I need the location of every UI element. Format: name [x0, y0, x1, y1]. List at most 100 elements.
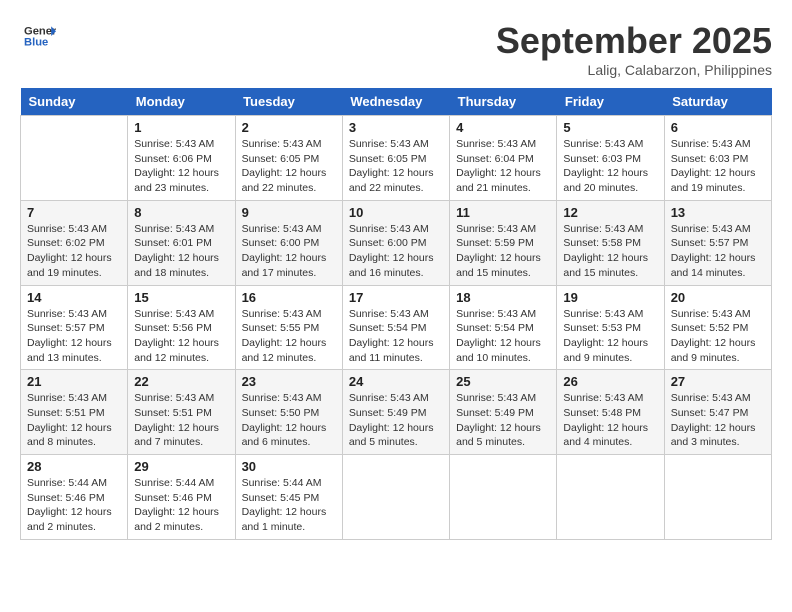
day-info: Sunrise: 5:43 AM Sunset: 6:03 PM Dayligh…: [671, 137, 765, 196]
day-of-week-header: Saturday: [664, 88, 771, 116]
calendar-cell: 14 Sunrise: 5:43 AM Sunset: 5:57 PM Dayli…: [21, 285, 128, 370]
day-number: 30: [242, 459, 336, 474]
calendar-cell: 25Sunrise: 5:43 AM Sunset: 5:49 PM Dayli…: [450, 370, 557, 455]
day-info: Sunrise: 5:43 AM Sunset: 5:55 PM Dayligh…: [242, 307, 336, 366]
calendar-cell: 6 Sunrise: 5:43 AM Sunset: 6:03 PM Daylig…: [664, 116, 771, 201]
calendar-week-row: 28 Sunrise: 5:44 AM Sunset: 5:46 PM Dayli…: [21, 455, 772, 540]
calendar-cell: [342, 455, 449, 540]
calendar-cell: 12Sunrise: 5:43 AM Sunset: 5:58 PM Dayli…: [557, 200, 664, 285]
calendar-cell: [557, 455, 664, 540]
day-info: Sunrise: 5:43 AM Sunset: 5:52 PM Dayligh…: [671, 307, 765, 366]
day-info: Sunrise: 5:43 AM Sunset: 5:51 PM Dayligh…: [27, 391, 121, 450]
calendar-cell: [21, 116, 128, 201]
day-number: 23: [242, 374, 336, 389]
calendar-cell: 29Sunrise: 5:44 AM Sunset: 5:46 PM Dayli…: [128, 455, 235, 540]
day-of-week-header: Sunday: [21, 88, 128, 116]
calendar-week-row: 1Sunrise: 5:43 AM Sunset: 6:06 PM Daylig…: [21, 116, 772, 201]
day-number: 16: [242, 290, 336, 305]
day-number: 17: [349, 290, 443, 305]
day-of-week-header: Monday: [128, 88, 235, 116]
day-info: Sunrise: 5:44 AM Sunset: 5:46 PM Dayligh…: [27, 476, 121, 535]
calendar-cell: 5 Sunrise: 5:43 AM Sunset: 6:03 PM Daylig…: [557, 116, 664, 201]
day-number: 27: [671, 374, 765, 389]
day-number: 11: [456, 205, 550, 220]
day-info: Sunrise: 5:43 AM Sunset: 5:49 PM Dayligh…: [456, 391, 550, 450]
calendar-cell: 9 Sunrise: 5:43 AM Sunset: 6:00 PM Daylig…: [235, 200, 342, 285]
day-info: Sunrise: 5:43 AM Sunset: 5:57 PM Dayligh…: [27, 307, 121, 366]
calendar-cell: 30 Sunrise: 5:44 AM Sunset: 5:45 PM Dayli…: [235, 455, 342, 540]
day-number: 7: [27, 205, 121, 220]
day-info: Sunrise: 5:43 AM Sunset: 5:50 PM Dayligh…: [242, 391, 336, 450]
day-info: Sunrise: 5:43 AM Sunset: 6:05 PM Dayligh…: [242, 137, 336, 196]
calendar-cell: 3 Sunrise: 5:43 AM Sunset: 6:05 PM Daylig…: [342, 116, 449, 201]
day-info: Sunrise: 5:43 AM Sunset: 5:53 PM Dayligh…: [563, 307, 657, 366]
calendar-cell: 7 Sunrise: 5:43 AM Sunset: 6:02 PM Daylig…: [21, 200, 128, 285]
day-number: 4: [456, 120, 550, 135]
calendar-cell: 19Sunrise: 5:43 AM Sunset: 5:53 PM Dayli…: [557, 285, 664, 370]
day-number: 21: [27, 374, 121, 389]
day-info: Sunrise: 5:44 AM Sunset: 5:45 PM Dayligh…: [242, 476, 336, 535]
calendar-cell: [450, 455, 557, 540]
day-info: Sunrise: 5:43 AM Sunset: 5:56 PM Dayligh…: [134, 307, 228, 366]
calendar-cell: 18Sunrise: 5:43 AM Sunset: 5:54 PM Dayli…: [450, 285, 557, 370]
day-info: Sunrise: 5:43 AM Sunset: 6:01 PM Dayligh…: [134, 222, 228, 281]
day-info: Sunrise: 5:43 AM Sunset: 6:00 PM Dayligh…: [349, 222, 443, 281]
day-number: 8: [134, 205, 228, 220]
calendar-cell: 13Sunrise: 5:43 AM Sunset: 5:57 PM Dayli…: [664, 200, 771, 285]
day-of-week-header: Wednesday: [342, 88, 449, 116]
calendar-cell: [664, 455, 771, 540]
day-info: Sunrise: 5:43 AM Sunset: 6:03 PM Dayligh…: [563, 137, 657, 196]
calendar-cell: 26Sunrise: 5:43 AM Sunset: 5:48 PM Dayli…: [557, 370, 664, 455]
day-number: 15: [134, 290, 228, 305]
calendar-cell: 2 Sunrise: 5:43 AM Sunset: 6:05 PM Daylig…: [235, 116, 342, 201]
day-info: Sunrise: 5:43 AM Sunset: 6:05 PM Dayligh…: [349, 137, 443, 196]
calendar-cell: 23 Sunrise: 5:43 AM Sunset: 5:50 PM Dayli…: [235, 370, 342, 455]
day-of-week-header: Friday: [557, 88, 664, 116]
day-info: Sunrise: 5:43 AM Sunset: 6:02 PM Dayligh…: [27, 222, 121, 281]
day-number: 1: [134, 120, 228, 135]
calendar-cell: 22Sunrise: 5:43 AM Sunset: 5:51 PM Dayli…: [128, 370, 235, 455]
calendar-cell: 11 Sunrise: 5:43 AM Sunset: 5:59 PM Dayli…: [450, 200, 557, 285]
calendar-cell: 24 Sunrise: 5:43 AM Sunset: 5:49 PM Dayli…: [342, 370, 449, 455]
calendar-cell: 20 Sunrise: 5:43 AM Sunset: 5:52 PM Dayli…: [664, 285, 771, 370]
day-number: 20: [671, 290, 765, 305]
day-number: 24: [349, 374, 443, 389]
day-info: Sunrise: 5:43 AM Sunset: 6:00 PM Dayligh…: [242, 222, 336, 281]
day-of-week-header: Thursday: [450, 88, 557, 116]
day-number: 5: [563, 120, 657, 135]
calendar-week-row: 21 Sunrise: 5:43 AM Sunset: 5:51 PM Dayli…: [21, 370, 772, 455]
calendar-body: 1Sunrise: 5:43 AM Sunset: 6:06 PM Daylig…: [21, 116, 772, 540]
calendar-cell: 16 Sunrise: 5:43 AM Sunset: 5:55 PM Dayli…: [235, 285, 342, 370]
calendar-table: SundayMondayTuesdayWednesdayThursdayFrid…: [20, 88, 772, 540]
calendar-cell: 21 Sunrise: 5:43 AM Sunset: 5:51 PM Dayli…: [21, 370, 128, 455]
day-number: 12: [563, 205, 657, 220]
month-title: September 2025: [496, 20, 772, 62]
title-block: September 2025 Lalig, Calabarzon, Philip…: [496, 20, 772, 78]
day-info: Sunrise: 5:43 AM Sunset: 5:54 PM Dayligh…: [349, 307, 443, 366]
day-number: 9: [242, 205, 336, 220]
day-number: 6: [671, 120, 765, 135]
day-info: Sunrise: 5:43 AM Sunset: 5:47 PM Dayligh…: [671, 391, 765, 450]
day-info: Sunrise: 5:43 AM Sunset: 5:49 PM Dayligh…: [349, 391, 443, 450]
day-info: Sunrise: 5:43 AM Sunset: 5:57 PM Dayligh…: [671, 222, 765, 281]
logo: General Blue: [20, 20, 56, 57]
logo-icon: General Blue: [24, 20, 56, 52]
day-of-week-header: Tuesday: [235, 88, 342, 116]
calendar-cell: 17 Sunrise: 5:43 AM Sunset: 5:54 PM Dayli…: [342, 285, 449, 370]
day-number: 22: [134, 374, 228, 389]
day-info: Sunrise: 5:43 AM Sunset: 5:54 PM Dayligh…: [456, 307, 550, 366]
day-info: Sunrise: 5:43 AM Sunset: 5:59 PM Dayligh…: [456, 222, 550, 281]
calendar-cell: 28 Sunrise: 5:44 AM Sunset: 5:46 PM Dayli…: [21, 455, 128, 540]
day-number: 10: [349, 205, 443, 220]
day-number: 14: [27, 290, 121, 305]
page-header: General Blue September 2025 Lalig, Calab…: [20, 20, 772, 78]
calendar-cell: 10 Sunrise: 5:43 AM Sunset: 6:00 PM Dayli…: [342, 200, 449, 285]
day-number: 2: [242, 120, 336, 135]
day-number: 3: [349, 120, 443, 135]
calendar-cell: 15 Sunrise: 5:43 AM Sunset: 5:56 PM Dayli…: [128, 285, 235, 370]
day-info: Sunrise: 5:44 AM Sunset: 5:46 PM Dayligh…: [134, 476, 228, 535]
calendar-cell: 8 Sunrise: 5:43 AM Sunset: 6:01 PM Daylig…: [128, 200, 235, 285]
day-info: Sunrise: 5:43 AM Sunset: 5:48 PM Dayligh…: [563, 391, 657, 450]
location: Lalig, Calabarzon, Philippines: [496, 62, 772, 78]
day-number: 28: [27, 459, 121, 474]
